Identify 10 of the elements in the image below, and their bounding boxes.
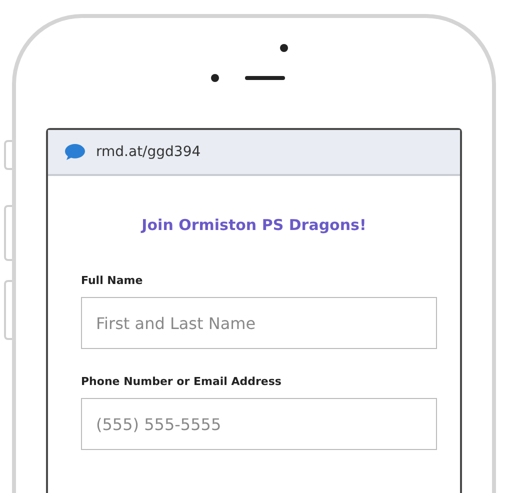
field-label: Phone Number or Email Address bbox=[81, 375, 282, 388]
input-field[interactable]: (555) 555-5555 bbox=[81, 398, 437, 450]
input-field[interactable]: First and Last Name bbox=[81, 297, 437, 349]
field-label: Full Name bbox=[81, 274, 144, 287]
form-title: Join Ormiston PS Dragons! bbox=[142, 216, 366, 234]
url-text[interactable]: rmd.at/ggd394 bbox=[96, 144, 201, 160]
speaker-icon bbox=[245, 76, 285, 80]
chat-bubble-icon bbox=[64, 143, 86, 161]
sensor-dot-icon bbox=[280, 44, 288, 52]
camera-icon bbox=[211, 74, 219, 82]
